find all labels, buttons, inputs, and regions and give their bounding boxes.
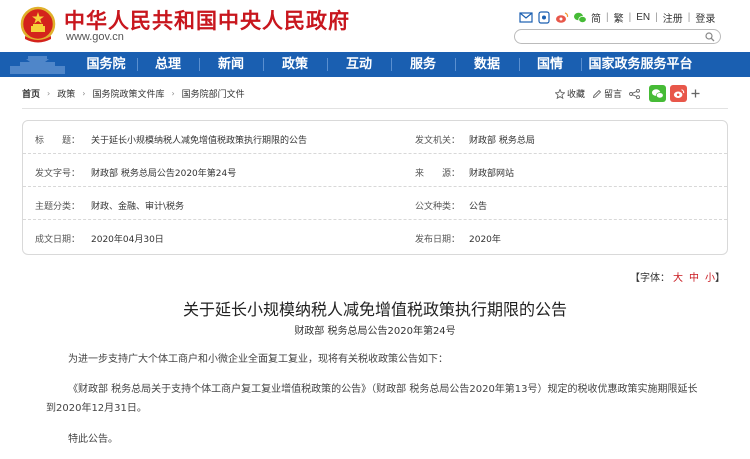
separator: |	[606, 11, 609, 23]
search-input[interactable]	[521, 36, 701, 49]
issuer-value: 财政部 税务总局	[469, 136, 535, 146]
top-links: 简 | 繁 | EN | 注册 | 登录	[591, 10, 715, 25]
docno-value: 财政部 税务总局公告2020年第24号	[91, 169, 237, 179]
top-toolbar: 简 | 繁 | EN | 注册 | 登录	[519, 9, 715, 25]
nav-item-data[interactable]: 数据	[455, 52, 519, 77]
share-weibo-button[interactable]	[670, 85, 688, 102]
share-wechat-button[interactable]	[649, 85, 667, 102]
title-label: 标 题：	[35, 136, 81, 146]
breadcrumb-bar: 首页 › 政策 › 国务院政策文件库 › 国务院部门文件 收藏 留言	[0, 77, 750, 109]
article-title: 关于延长小规模纳税人减免增值税政策执行期限的公告	[182, 300, 567, 319]
wechat-icon[interactable]	[573, 11, 587, 24]
info-row: 标 题： 关于延长小规模纳税人减免增值税政策执行期限的公告 发文机关： 财政部 …	[23, 121, 727, 154]
created-date-value: 2020年04月30日	[91, 235, 164, 245]
page-tools: 收藏 留言	[555, 85, 709, 102]
favorite-button[interactable]: 收藏	[555, 87, 585, 100]
register-link[interactable]: 注册	[663, 10, 683, 25]
weibo-icon[interactable]	[555, 11, 569, 24]
comment-label: 留言	[604, 90, 623, 100]
breadcrumb: 首页 › 政策 › 国务院政策文件库 › 国务院部门文件	[22, 87, 245, 100]
nav-item-interaction[interactable]: 互动	[327, 52, 391, 77]
chevron-right-icon: ›	[82, 89, 86, 98]
nav-item-premier[interactable]: 总理	[137, 52, 199, 77]
wechat-icon	[652, 89, 664, 99]
nav-items: 国务院 总理 新闻 政策 互动 服务 数据 国情 国家政务服务平台	[75, 52, 700, 77]
title-value: 关于延长小规模纳税人减免增值税政策执行期限的公告	[91, 136, 308, 146]
info-row: 发文字号： 财政部 税务总局公告2020年第24号 来 源： 财政部网站	[23, 154, 727, 187]
font-size-large[interactable]: 大	[673, 273, 683, 284]
app-icon[interactable]	[537, 10, 551, 24]
nav-item-services[interactable]: 服务	[391, 52, 455, 77]
plus-share-button[interactable]	[691, 89, 702, 98]
breadcrumb-policy-library[interactable]: 国务院政策文件库	[92, 87, 164, 100]
article-paragraph: 《财政部 税务总局关于支持个体工商户复工复业增值税政策的公告》（财政部 税务总局…	[46, 384, 698, 414]
breadcrumb-policy[interactable]: 政策	[57, 87, 75, 100]
nav-item-news[interactable]: 新闻	[199, 52, 263, 77]
doctype-value: 公告	[469, 202, 488, 212]
share-button[interactable]	[629, 88, 642, 99]
font-size-label: 【字体：	[630, 273, 670, 284]
source-value: 财政部网站	[469, 169, 515, 179]
plus-icon	[691, 89, 700, 98]
separator: |	[687, 11, 691, 23]
login-link[interactable]: 登录	[695, 10, 715, 25]
mail-icon[interactable]	[519, 11, 533, 24]
nav-item-policy[interactable]: 政策	[263, 52, 327, 77]
separator: |	[628, 11, 632, 23]
tiananmen-skyline-icon	[0, 52, 75, 77]
info-row: 成文日期： 2020年04月30日 发布日期： 2020年	[23, 220, 727, 253]
article-paragraph: 为进一步支持广大个体工商户和小微企业全面复工复业，现将有关税收政策公告如下：	[68, 354, 448, 365]
site-url[interactable]: www.gov.cn	[66, 31, 124, 43]
share-icon	[629, 88, 640, 99]
breadcrumb-department-docs[interactable]: 国务院部门文件	[182, 87, 245, 100]
topic-value: 财政、金融、审计\税务	[91, 202, 185, 212]
font-size-medium[interactable]: 中	[689, 273, 699, 284]
comment-button[interactable]: 留言	[592, 87, 622, 100]
search-box	[514, 29, 721, 49]
main-nav: 国务院 总理 新闻 政策 互动 服务 数据 国情 国家政务服务平台	[0, 52, 750, 77]
published-date-label: 发布日期：	[415, 235, 461, 245]
created-date-label: 成文日期：	[35, 235, 81, 245]
font-size-small[interactable]: 小	[705, 273, 715, 284]
nav-item-gov-service-platform[interactable]: 国家政务服务平台	[581, 52, 700, 77]
issuer-label: 发文机关：	[415, 136, 461, 146]
national-emblem-icon[interactable]	[20, 6, 56, 44]
chevron-right-icon: ›	[171, 89, 175, 98]
nav-item-state-council[interactable]: 国务院	[75, 52, 137, 77]
simplified-chinese-link[interactable]: 简	[591, 10, 601, 25]
nav-item-national-info[interactable]: 国情	[519, 52, 581, 77]
search-icon[interactable]	[705, 32, 715, 42]
font-size-control: 【字体：大中小】	[630, 269, 725, 284]
english-link[interactable]: EN	[636, 12, 650, 23]
star-icon	[555, 88, 565, 99]
info-row: 主题分类： 财政、金融、审计\税务 公文种类： 公告	[23, 187, 727, 220]
chevron-right-icon: ›	[47, 89, 51, 98]
font-size-close: 】	[715, 273, 725, 284]
separator: |	[655, 11, 658, 23]
doctype-label: 公文种类：	[415, 202, 461, 212]
topic-label: 主题分类：	[35, 202, 81, 212]
favorite-label: 收藏	[567, 90, 586, 100]
weibo-icon	[673, 89, 684, 98]
traditional-chinese-link[interactable]: 繁	[614, 10, 624, 25]
site-header: 中华人民共和国中央人民政府 www.gov.cn 简 | 繁 | EN | 注册…	[0, 0, 750, 52]
document-info-box: 标 题： 关于延长小规模纳税人减免增值税政策执行期限的公告 发文机关： 财政部 …	[22, 120, 728, 255]
divider	[22, 108, 728, 109]
published-date-value: 2020年	[469, 235, 501, 245]
breadcrumb-home[interactable]: 首页	[22, 87, 40, 100]
source-label: 来 源：	[415, 169, 461, 179]
pencil-icon	[592, 89, 602, 98]
docno-label: 发文字号：	[35, 169, 81, 179]
article-doc-number: 财政部 税务总局公告2020年第24号	[294, 326, 456, 337]
article-paragraph: 特此公告。	[68, 434, 118, 445]
